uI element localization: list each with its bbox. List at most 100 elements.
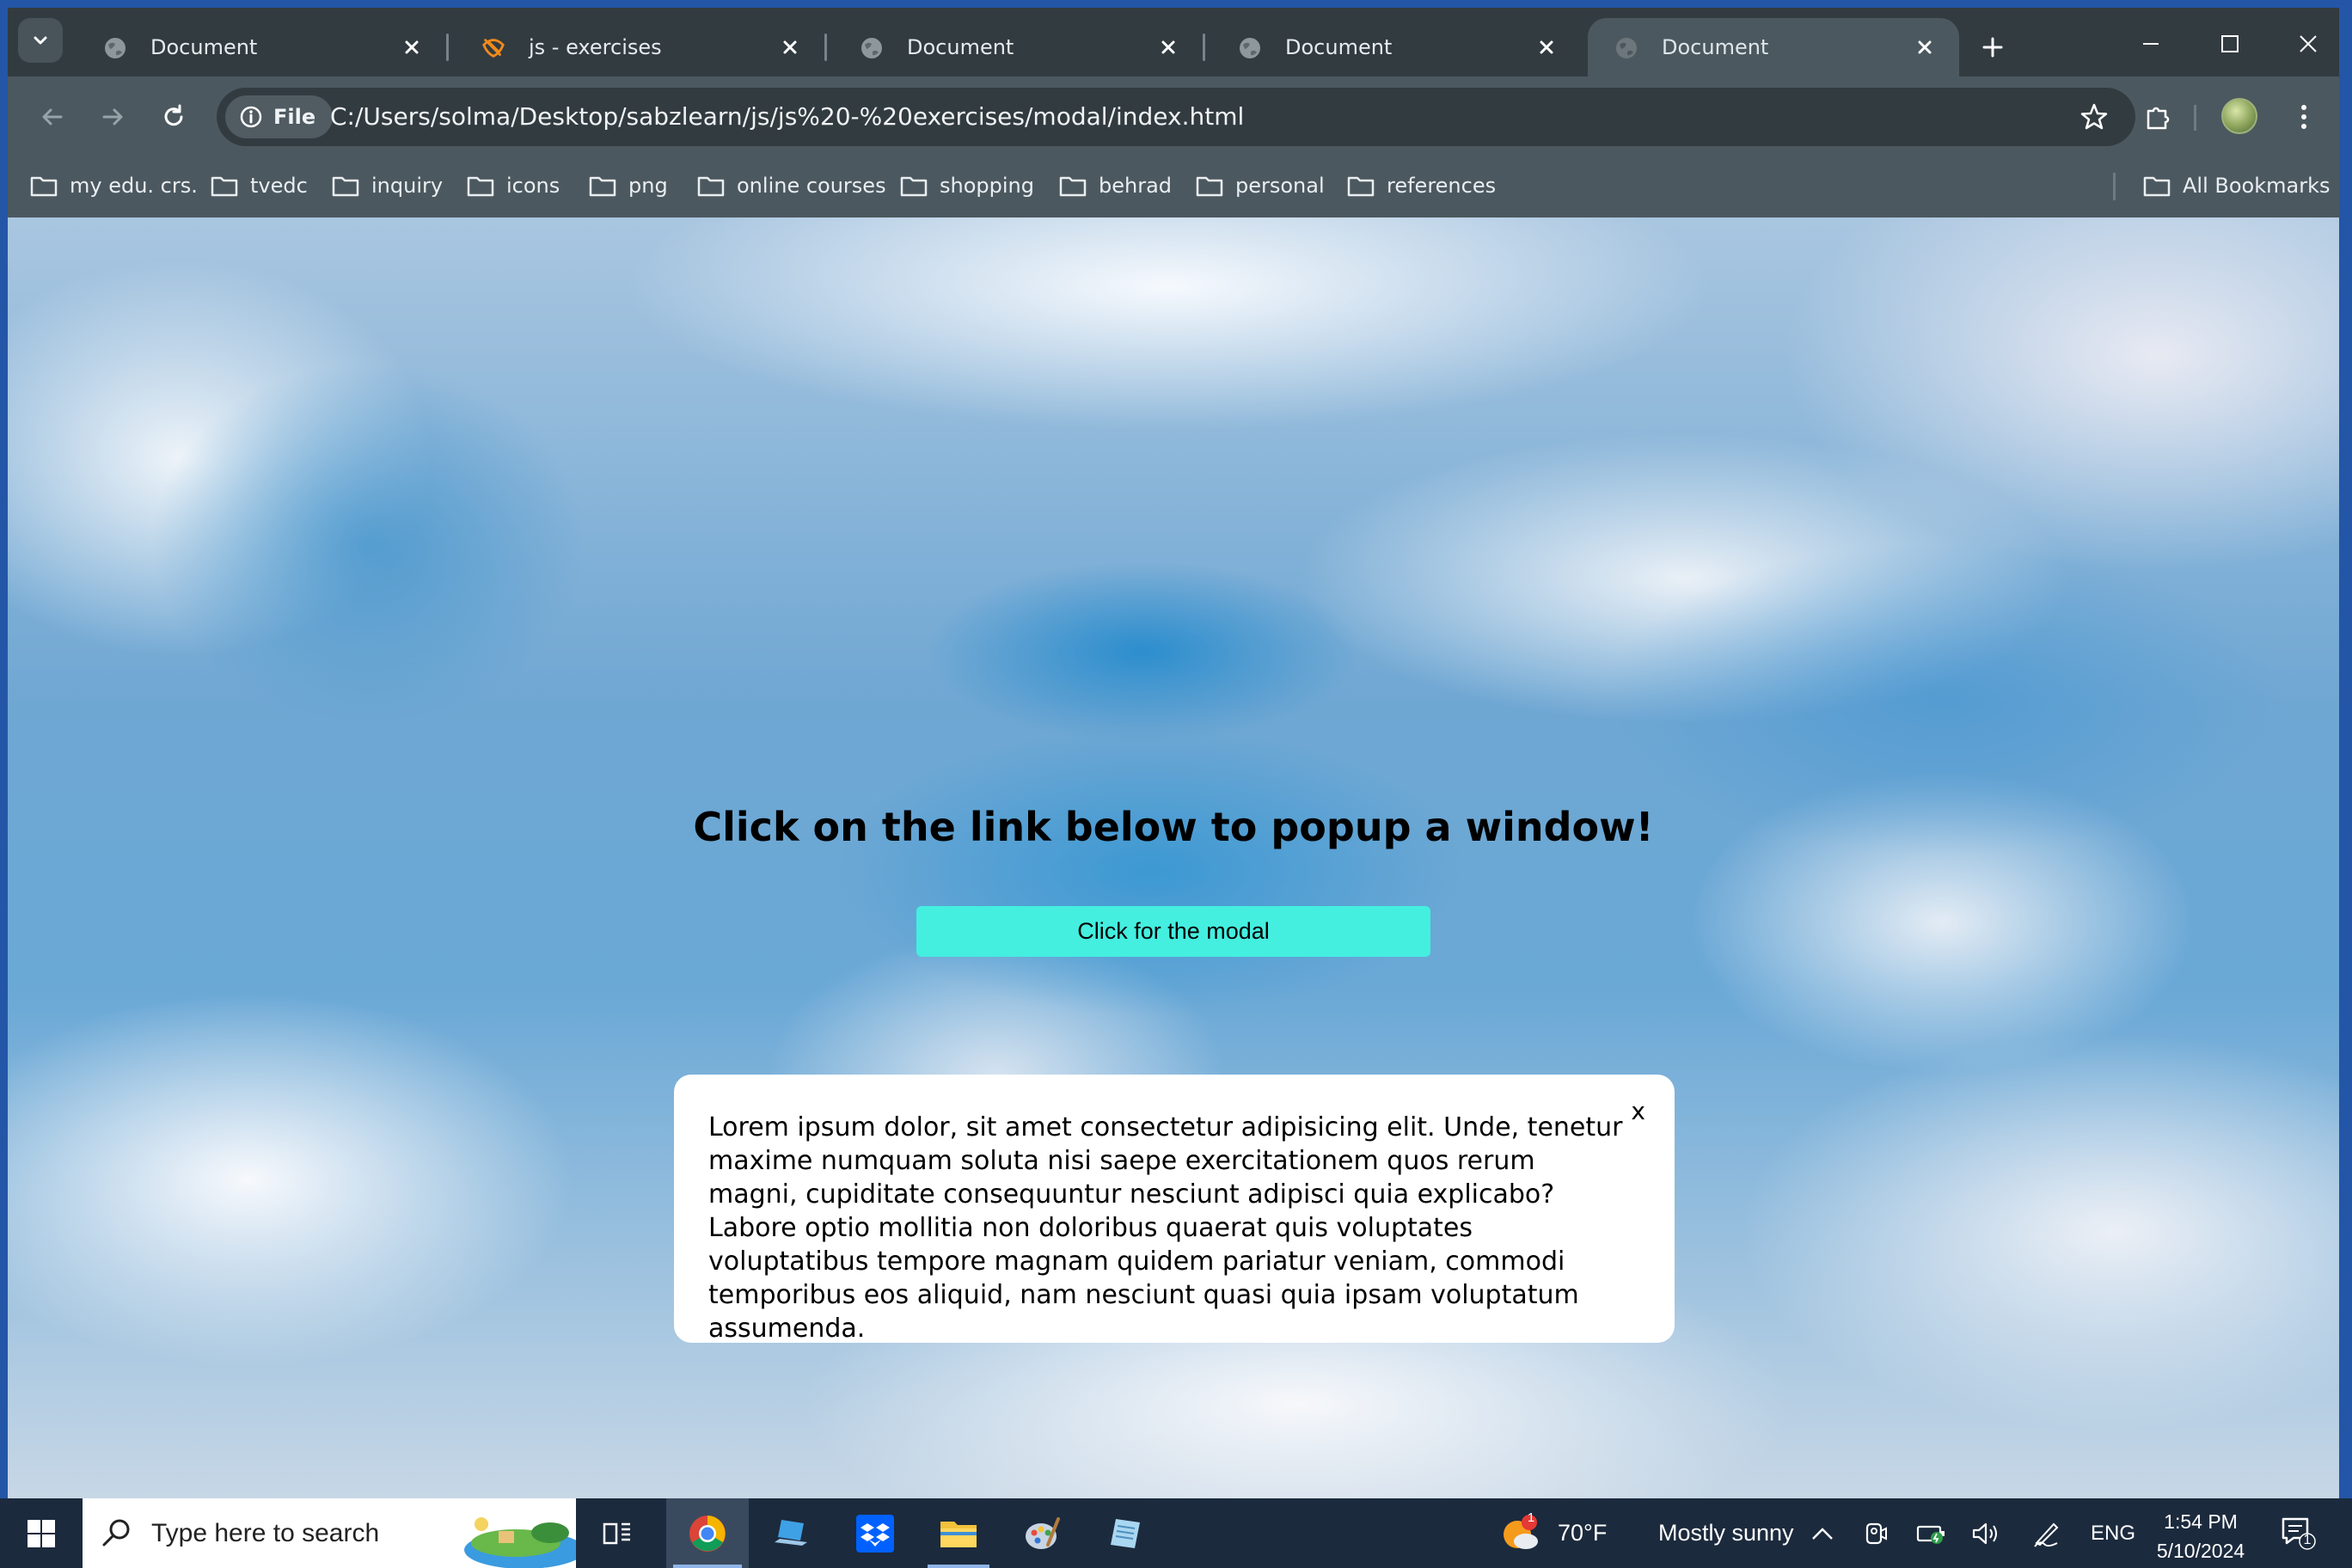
bookmarks-bar: my edu. crs. tvedc inquiry icons png onl… bbox=[8, 154, 2339, 218]
orange-logo-icon bbox=[481, 35, 506, 61]
site-info-chip[interactable]: File bbox=[225, 95, 334, 138]
bookmark-label: icons bbox=[506, 174, 560, 198]
tab-strip: Document js - exercises Document Documen… bbox=[8, 8, 2339, 77]
file-explorer-button[interactable] bbox=[917, 1498, 1000, 1568]
start-button[interactable] bbox=[0, 1498, 83, 1568]
dropbox-taskbar-button[interactable] bbox=[834, 1498, 916, 1568]
bookmark-folder[interactable]: online courses bbox=[697, 166, 886, 205]
bookmark-folder[interactable]: behrad bbox=[1059, 166, 1172, 205]
battery-button[interactable] bbox=[1910, 1498, 1953, 1568]
tab-divider bbox=[1203, 34, 1205, 61]
bookmarks-divider bbox=[2113, 173, 2116, 200]
profile-avatar[interactable] bbox=[2221, 98, 2257, 134]
tab-document-active[interactable]: Document bbox=[1588, 18, 1959, 77]
folder-icon bbox=[940, 1521, 977, 1547]
open-modal-button[interactable]: Click for the modal bbox=[916, 906, 1430, 957]
all-bookmarks-button[interactable]: All Bookmarks bbox=[2143, 166, 2330, 205]
arrow-right-icon bbox=[102, 108, 123, 126]
folder-icon bbox=[900, 176, 928, 197]
weather-temperature[interactable]: 70°F bbox=[1558, 1498, 1607, 1568]
address-bar[interactable]: File C:/Users/solma/Desktop/sabzlearn/js… bbox=[217, 88, 2135, 146]
folder-icon bbox=[1347, 176, 1375, 197]
bookmark-label: inquiry bbox=[371, 174, 444, 198]
all-bookmarks-label: All Bookmarks bbox=[2183, 174, 2331, 198]
laptop-icon bbox=[775, 1519, 807, 1546]
forward-button[interactable] bbox=[89, 93, 137, 141]
notepad-app-button[interactable] bbox=[1084, 1498, 1167, 1568]
chevron-up-icon bbox=[1812, 1527, 1833, 1540]
bookmark-label: my edu. crs. bbox=[70, 174, 198, 198]
notepad-icon bbox=[1111, 1518, 1140, 1548]
folder-icon bbox=[30, 176, 58, 197]
url-text[interactable]: C:/Users/solma/Desktop/sabzlearn/js/js%2… bbox=[330, 88, 1244, 146]
close-window-button[interactable] bbox=[2274, 20, 2339, 68]
new-tab-button[interactable] bbox=[1969, 23, 2017, 71]
bookmark-folder[interactable]: png bbox=[589, 166, 668, 205]
laptop-app-button[interactable] bbox=[750, 1498, 833, 1568]
bookmark-folder[interactable]: tvedc bbox=[211, 166, 308, 205]
bookmark-folder[interactable]: references bbox=[1347, 166, 1496, 205]
bookmark-folder[interactable]: my edu. crs. bbox=[30, 166, 198, 205]
close-tab-icon[interactable] bbox=[1153, 32, 1184, 63]
more-vertical-icon bbox=[2301, 105, 2306, 129]
paint-app-button[interactable] bbox=[1001, 1498, 1083, 1568]
extensions-button[interactable] bbox=[2134, 93, 2182, 141]
tab-search-button[interactable] bbox=[18, 18, 63, 63]
taskbar-clock[interactable]: 1:54 PM 5/10/2024 bbox=[2141, 1507, 2261, 1565]
action-center-button[interactable]: 1 bbox=[2278, 1514, 2316, 1552]
bookmark-label: behrad bbox=[1099, 174, 1173, 198]
reload-button[interactable] bbox=[150, 93, 198, 141]
tab-document-2[interactable]: Document bbox=[833, 18, 1203, 77]
task-view-button[interactable] bbox=[576, 1498, 658, 1568]
folder-icon bbox=[467, 176, 494, 197]
bookmark-folder[interactable]: shopping bbox=[900, 166, 1034, 205]
weather-badge: 1 bbox=[1527, 1510, 1535, 1525]
tab-document-3[interactable]: Document bbox=[1211, 18, 1581, 77]
bookmark-folder[interactable]: personal bbox=[1196, 166, 1325, 205]
tab-document-1[interactable]: Document bbox=[77, 18, 446, 77]
search-placeholder: Type here to search bbox=[151, 1519, 380, 1547]
chrome-taskbar-button[interactable] bbox=[666, 1498, 749, 1568]
palette-icon bbox=[1026, 1516, 1060, 1549]
close-icon bbox=[2300, 35, 2317, 52]
meet-now-button[interactable] bbox=[1854, 1498, 1897, 1568]
language-indicator[interactable]: ENG bbox=[2091, 1498, 2135, 1568]
notification-count: 1 bbox=[2303, 1533, 2312, 1547]
close-tab-icon[interactable] bbox=[1909, 32, 1940, 63]
show-hidden-icons-button[interactable] bbox=[1801, 1498, 1844, 1568]
bookmark-folder[interactable]: icons bbox=[467, 166, 560, 205]
browser-menu-button[interactable] bbox=[2280, 93, 2328, 141]
volume-button[interactable] bbox=[1964, 1498, 2007, 1568]
close-tab-icon[interactable] bbox=[1531, 32, 1562, 63]
bookmark-label: shopping bbox=[940, 174, 1034, 198]
modal-close-button[interactable]: x bbox=[1631, 1097, 1645, 1125]
close-tab-icon[interactable] bbox=[775, 32, 805, 63]
taskbar-search-box[interactable]: Type here to search bbox=[83, 1498, 576, 1568]
weather-description[interactable]: Mostly sunny bbox=[1658, 1498, 1794, 1568]
back-button[interactable] bbox=[28, 93, 77, 141]
pen-menu-button[interactable] bbox=[2024, 1498, 2067, 1568]
bookmark-label: personal bbox=[1235, 174, 1325, 198]
minimize-button[interactable] bbox=[2116, 20, 2185, 68]
browser-window: Document js - exercises Document Documen… bbox=[8, 8, 2339, 1498]
maximize-button[interactable] bbox=[2196, 20, 2264, 68]
active-app-indicator bbox=[673, 1565, 742, 1568]
tab-divider bbox=[446, 34, 449, 61]
folder-icon bbox=[332, 176, 359, 197]
speaker-icon bbox=[1972, 1522, 1997, 1544]
bookmark-label: png bbox=[628, 174, 668, 198]
tab-js-exercises[interactable]: js - exercises bbox=[455, 18, 824, 77]
clock-date: 5/10/2024 bbox=[2156, 1540, 2245, 1562]
tab-title: Document bbox=[1285, 35, 1393, 59]
folder-icon bbox=[211, 176, 238, 197]
toolbar-divider bbox=[2194, 105, 2196, 131]
modal-text: Lorem ipsum dolor, sit amet consectetur … bbox=[708, 1112, 1623, 1344]
info-icon bbox=[239, 105, 263, 134]
tab-title: js - exercises bbox=[529, 35, 662, 59]
bookmark-star-icon[interactable] bbox=[2077, 100, 2111, 134]
reload-icon bbox=[164, 104, 183, 126]
bookmark-folder[interactable]: inquiry bbox=[332, 166, 443, 205]
bookmark-label: tvedc bbox=[250, 174, 308, 198]
tab-title: Document bbox=[907, 35, 1014, 59]
close-tab-icon[interactable] bbox=[396, 32, 427, 63]
